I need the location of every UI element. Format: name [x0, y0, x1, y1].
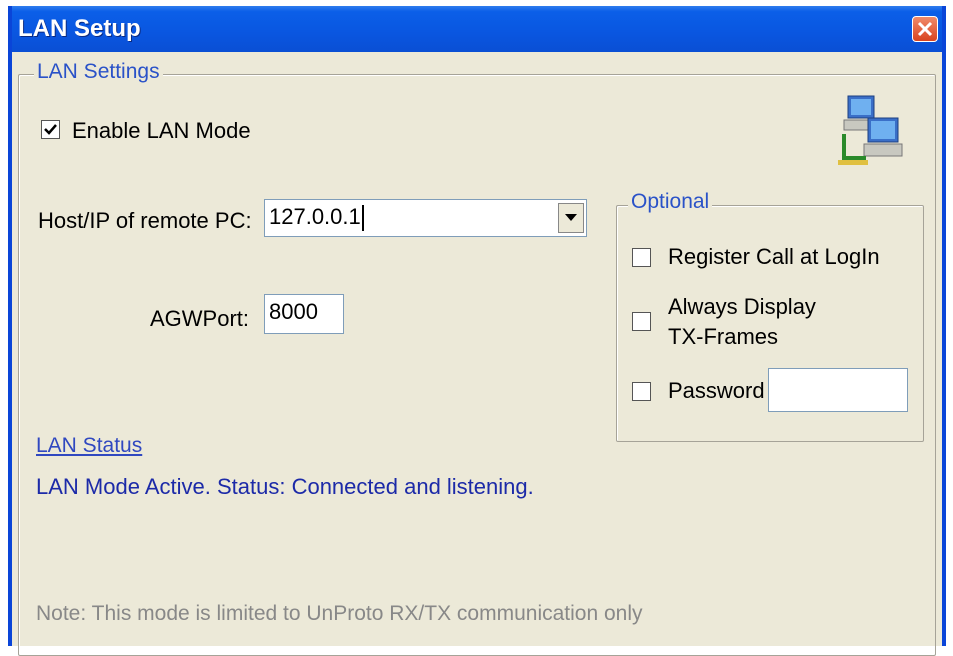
password-input[interactable] [768, 368, 908, 412]
enable-lan-mode-checkbox[interactable] [41, 120, 60, 139]
close-icon [917, 21, 933, 37]
register-call-label: Register Call at LogIn [668, 244, 880, 269]
lan-setup-window: LAN Setup LAN Settings Enable LAN Mode H… [8, 6, 946, 656]
agw-port-input[interactable]: 8000 [264, 294, 344, 334]
register-call-checkbox[interactable] [632, 248, 651, 267]
enable-lan-mode-label: Enable LAN Mode [72, 118, 251, 143]
window-title: LAN Setup [18, 15, 141, 42]
always-display-label-line1: Always Display [668, 294, 816, 319]
lan-status-link[interactable]: LAN Status [36, 434, 142, 458]
host-ip-label: Host/IP of remote PC: [38, 208, 252, 233]
close-button[interactable] [912, 16, 938, 42]
title-bar[interactable]: LAN Setup [12, 6, 942, 52]
always-display-checkbox[interactable] [632, 312, 651, 331]
checkmark-icon [44, 124, 57, 135]
host-ip-dropdown-button[interactable] [558, 203, 584, 233]
lan-settings-group-label: LAN Settings [34, 60, 163, 84]
password-label: Password [668, 378, 765, 403]
mode-note: Note: This mode is limited to UnProto RX… [36, 602, 643, 625]
lan-status-text: LAN Mode Active. Status: Connected and l… [36, 474, 534, 499]
text-caret [361, 205, 364, 232]
optional-group-label: Optional [628, 190, 713, 214]
host-ip-value: 127.0.0.1 [269, 204, 361, 229]
agw-port-label: AGWPort: [150, 306, 250, 331]
host-ip-combobox[interactable]: 127.0.0.1 [264, 199, 587, 237]
always-display-label-line2: TX-Frames [668, 324, 778, 349]
agw-port-value: 8000 [269, 299, 318, 324]
network-computers-icon [838, 94, 904, 166]
password-checkbox[interactable] [632, 382, 651, 401]
chevron-down-icon [565, 214, 577, 221]
